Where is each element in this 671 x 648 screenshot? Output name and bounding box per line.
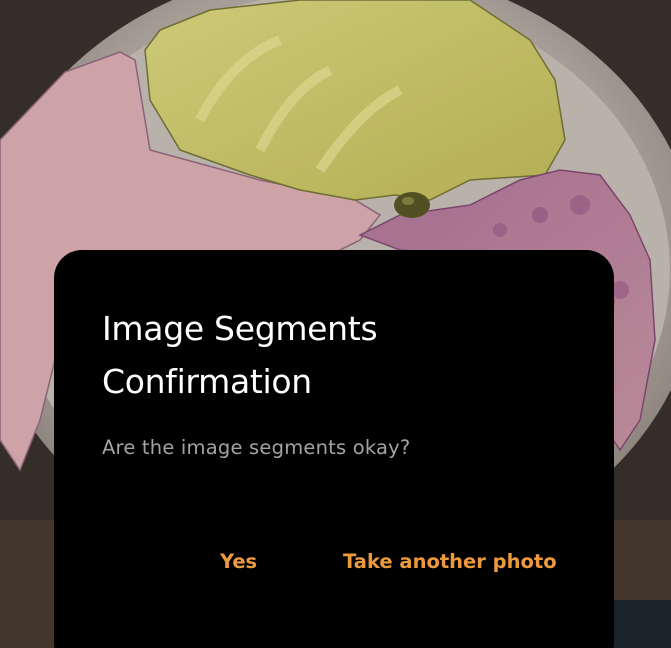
take-another-photo-button[interactable]: Take another photo xyxy=(343,546,557,578)
dialog-message: Are the image segments okay? xyxy=(102,436,411,459)
dialog-actions: Yes Take another photo xyxy=(54,546,614,586)
yes-button[interactable]: Yes xyxy=(220,546,257,578)
app-screen: Image Segments Confirmation Are the imag… xyxy=(0,0,671,648)
dialog-title: Image Segments Confirmation xyxy=(102,309,378,401)
confirmation-dialog: Image Segments Confirmation Are the imag… xyxy=(54,250,614,648)
